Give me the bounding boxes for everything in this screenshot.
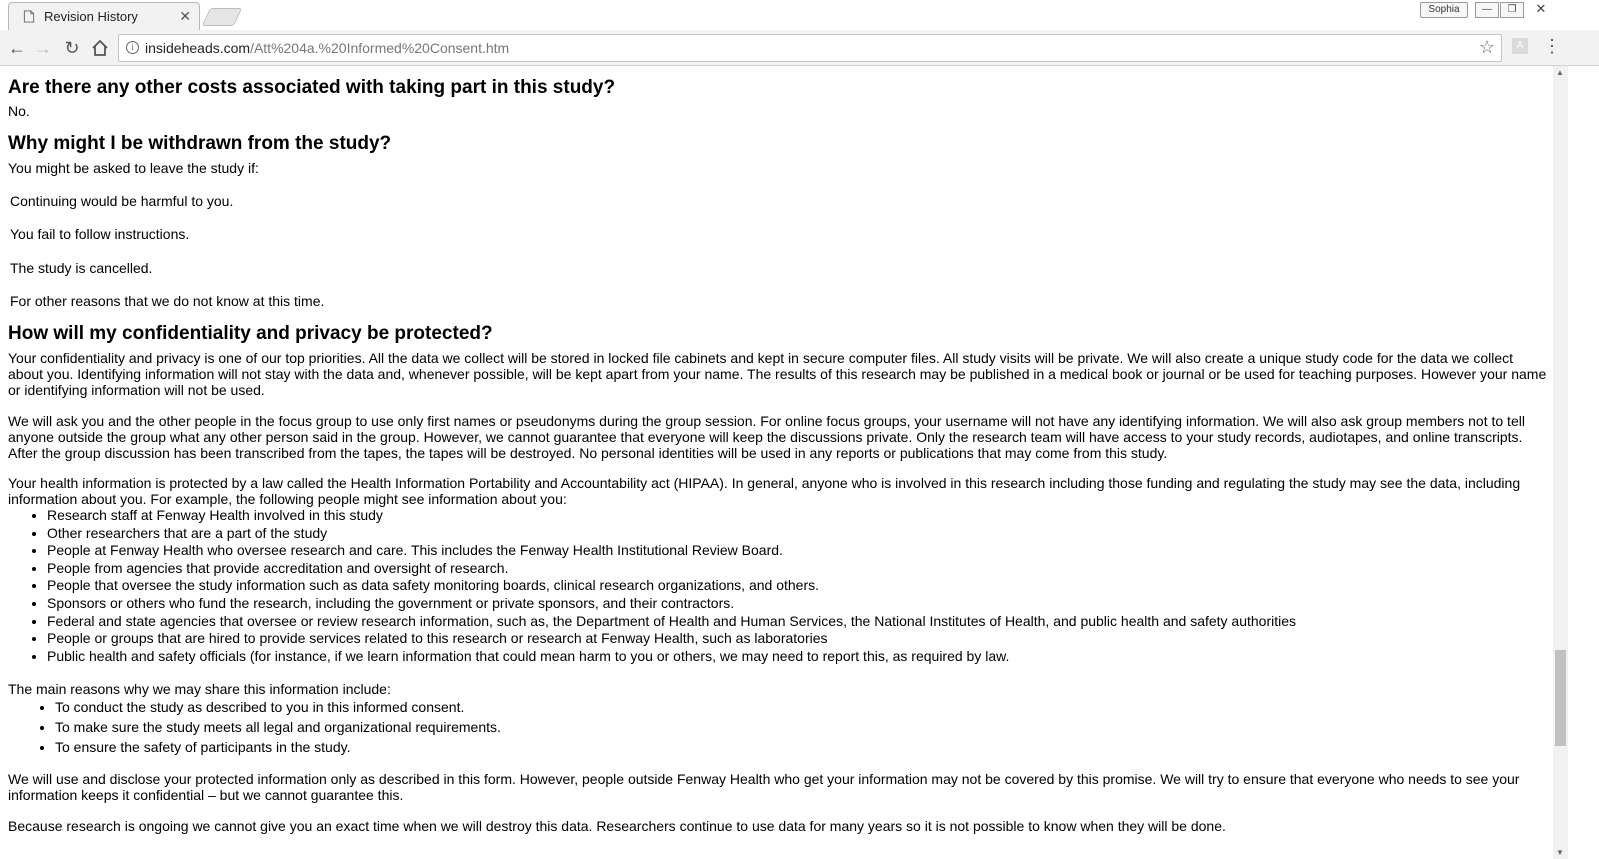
- costs-answer: No.: [8, 103, 30, 119]
- bookmark-star-icon[interactable]: ☆: [1479, 37, 1495, 58]
- heading-confidentiality: How will my confidentiality and privacy …: [8, 323, 493, 344]
- minimize-icon[interactable]: —: [1475, 2, 1499, 18]
- withdraw-reason: The study is cancelled.: [10, 260, 153, 276]
- address-bar[interactable]: i insideheads.com/Att%204a.%20Informed%2…: [118, 34, 1502, 62]
- restore-icon[interactable]: ❐: [1500, 2, 1524, 18]
- list-item: Public health and safety officials (for …: [47, 648, 1547, 666]
- list-item: Other researchers that are a part of the…: [47, 525, 1547, 543]
- disclosure-paragraph: We will use and disclose your protected …: [8, 771, 1520, 803]
- list-item: People from agencies that provide accred…: [47, 560, 1547, 578]
- browser-titlebar: Revision History ✕ Sophia — ❐ ✕: [0, 0, 1599, 31]
- url-path: /Att%204a.%20Informed%20Consent.htm: [250, 40, 510, 56]
- heading-costs: Are there any other costs associated wit…: [8, 77, 616, 98]
- scroll-up-icon[interactable]: ▲: [1556, 68, 1564, 77]
- list-item: People or groups that are hired to provi…: [47, 630, 1547, 648]
- heading-withdrawn: Why might I be withdrawn from the study?: [8, 133, 392, 154]
- withdraw-reason: Continuing would be harmful to you.: [10, 193, 234, 209]
- new-tab-button[interactable]: [201, 8, 243, 26]
- list-item: Research staff at Fenway Health involved…: [47, 507, 1547, 525]
- hipaa-paragraph: Your health information is protected by …: [8, 475, 1521, 507]
- window-close-icon[interactable]: ✕: [1530, 2, 1552, 16]
- back-arrow-icon[interactable]: ←: [6, 37, 28, 59]
- main-reasons-intro: The main reasons why we may share this i…: [8, 681, 391, 697]
- tab-title: Revision History: [44, 9, 138, 24]
- list-item: To make sure the study meets all legal a…: [55, 717, 501, 737]
- focus-group-paragraph: We will ask you and the other people in …: [8, 413, 1525, 461]
- withdraw-reason: You fail to follow instructions.: [10, 226, 190, 242]
- kebab-menu-icon[interactable]: ⋮: [1543, 36, 1561, 56]
- extension-icon[interactable]: A: [1512, 38, 1528, 54]
- reload-icon[interactable]: ↻: [61, 37, 83, 59]
- info-icon[interactable]: i: [126, 41, 139, 54]
- list-item: Sponsors or others who fund the research…: [47, 595, 1547, 613]
- confidentiality-paragraph: Your confidentiality and privacy is one …: [8, 350, 1547, 398]
- url-host: insideheads.com: [145, 40, 251, 56]
- url-text[interactable]: insideheads.com/Att%204a.%20Informed%20C…: [145, 40, 509, 56]
- people-list: Research staff at Fenway Health involved…: [28, 507, 1547, 665]
- list-item: People at Fenway Health who oversee rese…: [47, 542, 1547, 560]
- list-item: Federal and state agencies that oversee …: [47, 613, 1547, 631]
- page-content: Are there any other costs associated wit…: [0, 66, 1553, 859]
- list-item: To conduct the study as described to you…: [55, 697, 501, 717]
- profile-button[interactable]: Sophia: [1420, 2, 1468, 18]
- list-item: People that oversee the study informatio…: [47, 577, 1547, 595]
- browser-toolbar: ← → ↻ i insideheads.com/Att%204a.%20Info…: [0, 30, 1599, 66]
- withdraw-reason: For other reasons that we do not know at…: [10, 293, 325, 309]
- vertical-scrollbar[interactable]: ▲ ▼: [1553, 66, 1568, 859]
- tab-revision-history[interactable]: Revision History ✕: [8, 2, 200, 30]
- data-retention-paragraph: Because research is ongoing we cannot gi…: [8, 818, 1226, 834]
- scroll-down-icon[interactable]: ▼: [1556, 848, 1564, 857]
- window-edge: [1568, 66, 1599, 859]
- main-reasons-list: To conduct the study as described to you…: [28, 697, 501, 757]
- forward-arrow-icon[interactable]: →: [32, 37, 54, 59]
- document-icon: [23, 10, 35, 23]
- home-icon[interactable]: [89, 37, 111, 59]
- list-item: To ensure the safety of participants in …: [55, 737, 501, 757]
- scrollbar-thumb[interactable]: [1555, 650, 1566, 746]
- withdrawn-intro: You might be asked to leave the study if…: [8, 160, 259, 176]
- tab-close-icon[interactable]: ✕: [179, 8, 191, 25]
